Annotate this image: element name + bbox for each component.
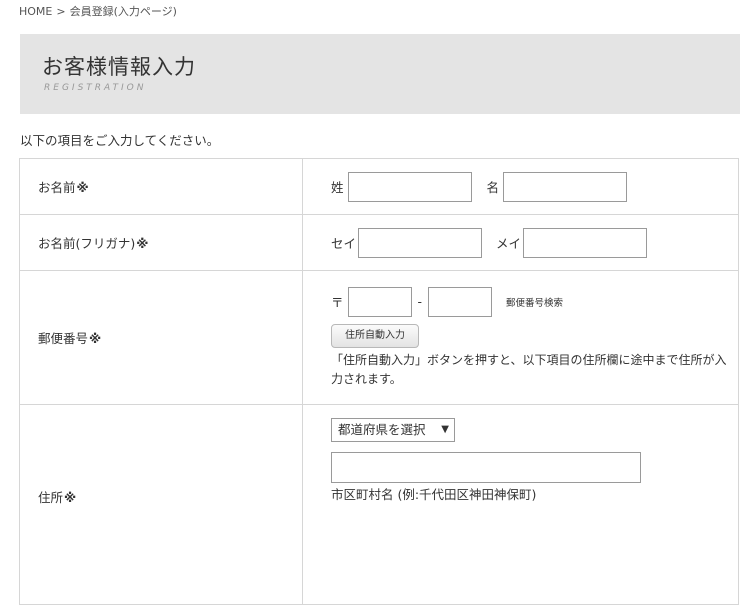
required-mark: ※: [89, 331, 102, 346]
form-row-address: 住所※ 都道府県を選択 ▼ 市区町村名 (例:千代田区神田神保町): [19, 404, 739, 605]
postal-code-second-input[interactable]: [428, 286, 493, 317]
required-mark: ※: [64, 490, 77, 505]
prefecture-select-value: 都道府県を選択: [338, 422, 426, 437]
last-kana-label: セイ: [331, 236, 357, 251]
city-input[interactable]: [331, 452, 641, 483]
page-header-banner: お客様情報入力 REGISTRATION: [20, 34, 740, 114]
postal-value-cell: 〒 - 郵便番号検索 住所自動入力 「住所自動入力」ボタンを押すと、以下項目の住…: [302, 270, 739, 405]
postal-label-cell: 郵便番号※: [19, 270, 303, 405]
first-kana-label: メイ: [496, 236, 522, 251]
form-intro-text: 以下の項目をご入力してください。: [20, 133, 220, 148]
last-name-input[interactable]: [347, 171, 472, 202]
autofill-note: 「住所自動入力」ボタンを押すと、以下項目の住所欄に途中まで住所が入力されます。: [331, 352, 727, 386]
form-row-postal: 郵便番号※ 〒 - 郵便番号検索 住所自動入力 「住所自動入力」ボタンを押すと、…: [19, 270, 739, 405]
breadcrumb-home-link[interactable]: HOME: [19, 5, 52, 18]
city-caption: 市区町村名 (例:千代田区神田神保町): [331, 487, 537, 502]
name-label-cell: お名前※: [19, 158, 303, 215]
prefecture-select[interactable]: 都道府県を選択 ▼: [331, 418, 455, 442]
address-autofill-button[interactable]: 住所自動入力: [331, 323, 419, 348]
first-name-label: 名: [486, 180, 500, 195]
form-row-name: お名前※ 姓 名: [19, 158, 739, 215]
postal-code-first-input[interactable]: [347, 286, 412, 317]
registration-form-table: お名前※ 姓 名 お名前(フリガナ)※ セイ メイ 郵便番号※ 〒 - 郵便番号…: [19, 158, 739, 605]
last-kana-input[interactable]: [358, 227, 483, 258]
kana-label-cell: お名前(フリガナ)※: [19, 214, 303, 271]
form-row-kana: お名前(フリガナ)※ セイ メイ: [19, 214, 739, 271]
postal-mark: 〒: [331, 295, 344, 310]
address-value-cell: 都道府県を選択 ▼ 市区町村名 (例:千代田区神田神保町): [302, 404, 739, 605]
name-label: お名前: [38, 180, 76, 195]
first-name-input[interactable]: [503, 171, 628, 202]
address-label-cell: 住所※: [19, 404, 303, 605]
breadcrumb: HOME > 会員登録(入力ページ): [19, 3, 177, 19]
postal-dash: -: [417, 294, 423, 309]
breadcrumb-separator: >: [56, 5, 66, 18]
postal-search-link[interactable]: 郵便番号検索: [506, 295, 563, 309]
name-value-cell: 姓 名: [302, 158, 739, 215]
dropdown-arrow-icon: ▼: [441, 424, 449, 435]
kana-label: お名前(フリガナ): [38, 236, 136, 251]
required-mark: ※: [76, 180, 89, 195]
page-title: お客様情報入力: [42, 55, 196, 79]
postal-label: 郵便番号: [38, 331, 89, 346]
address-label: 住所: [38, 490, 64, 505]
page-subtitle: REGISTRATION: [44, 83, 147, 93]
kana-value-cell: セイ メイ: [302, 214, 739, 271]
last-name-label: 姓: [331, 180, 344, 195]
required-mark: ※: [136, 236, 149, 251]
first-kana-input[interactable]: [523, 227, 648, 258]
breadcrumb-current: 会員登録(入力ページ): [69, 5, 177, 18]
